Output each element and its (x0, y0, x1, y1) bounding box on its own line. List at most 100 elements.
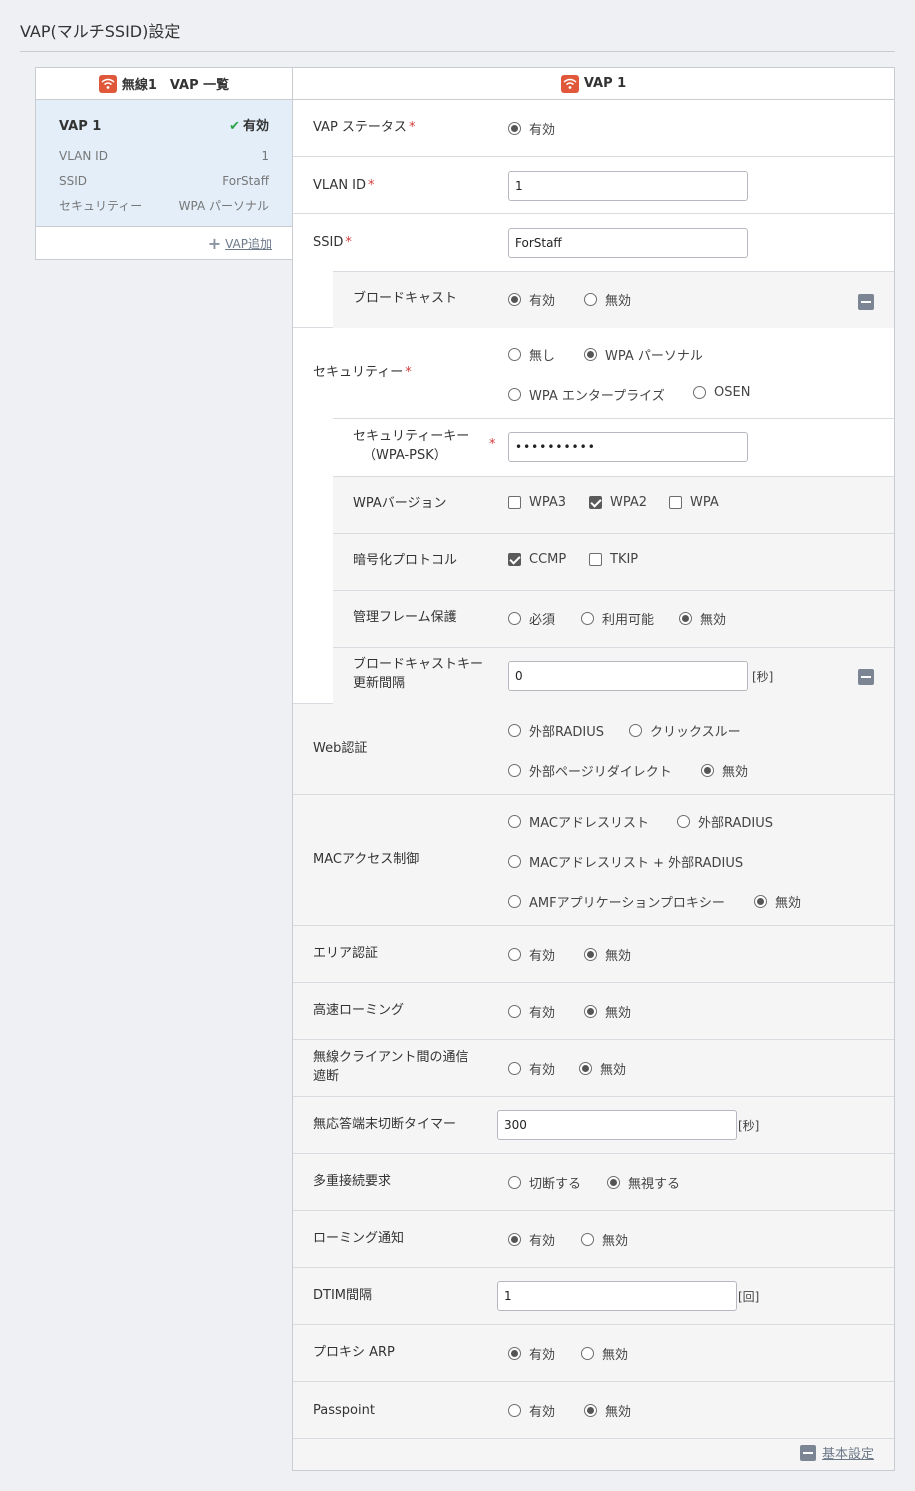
basic-settings-button[interactable]: 基本設定 (799, 1443, 874, 1462)
radio-label: 外部RADIUS (698, 816, 774, 831)
radio-unchecked[interactable] (508, 1062, 521, 1075)
proxy-arp-enabled-radio[interactable]: 有効 (508, 1344, 555, 1363)
web-auth-disabled-radio[interactable]: 無効 (701, 761, 748, 780)
basic-settings-label[interactable]: 基本設定 (822, 1443, 874, 1462)
wpa-checkbox[interactable]: WPA (669, 495, 719, 510)
radio-unchecked[interactable] (508, 348, 521, 361)
radio-checked[interactable] (584, 1005, 597, 1018)
vap-add-label[interactable]: VAP追加 (225, 235, 272, 252)
collapse-icon[interactable] (858, 669, 874, 685)
mac-disabled-radio[interactable]: 無効 (754, 892, 801, 911)
passpoint-enabled-radio[interactable]: 有効 (508, 1401, 555, 1420)
roam-notify-disabled-radio[interactable]: 無効 (581, 1230, 628, 1249)
radio-checked[interactable] (508, 293, 521, 306)
radio-label: 無効 (700, 613, 727, 628)
radio-unchecked[interactable] (508, 815, 521, 828)
radio-label: 有効 (529, 123, 556, 138)
security-wpa-enterprise-radio[interactable]: WPA エンタープライズ (508, 385, 665, 404)
radio-unchecked[interactable] (581, 1347, 594, 1360)
radio-unchecked[interactable] (581, 1233, 594, 1246)
checkbox-unchecked[interactable] (589, 553, 602, 566)
mac-list-radio[interactable]: MACアドレスリスト (508, 812, 649, 831)
vap-list-item[interactable]: VAP 1 ✔ 有効 VLAN ID 1 SSID ForStaff セキュリティー W… (36, 100, 292, 227)
radio-unchecked[interactable] (677, 815, 690, 828)
radio-unchecked[interactable] (629, 724, 642, 737)
pmf-required-radio[interactable]: 必須 (508, 609, 555, 628)
isolation-enabled-radio[interactable]: 有効 (508, 1059, 555, 1078)
radio-checked[interactable] (607, 1176, 620, 1189)
idle-timer-input[interactable]: 300 (497, 1110, 737, 1140)
radio-checked[interactable] (679, 612, 692, 625)
dtim-label: DTIM間隔 (313, 1288, 373, 1303)
radio-unchecked[interactable] (508, 948, 521, 961)
radio-unchecked[interactable] (508, 764, 521, 777)
mac-amf-proxy-radio[interactable]: AMFアプリケーションプロキシー (508, 892, 725, 911)
ssid-row: SSID * ForStaff ブロードキャスト 有効 無効 (293, 214, 894, 328)
vlan-id-input[interactable]: 1 (508, 171, 748, 201)
radio-unchecked[interactable] (508, 1176, 521, 1189)
checkbox-unchecked[interactable] (508, 496, 521, 509)
pmf-label: 管理フレーム保護 (353, 610, 457, 625)
vap-status-enabled-radio[interactable]: 有効 (508, 119, 555, 138)
security-none-radio[interactable]: 無し (508, 345, 555, 364)
vap-status-row: VAP ステータス * 有効 (293, 100, 894, 157)
radio-checked[interactable] (584, 948, 597, 961)
isolation-disabled-radio[interactable]: 無効 (579, 1059, 626, 1078)
checkbox-checked[interactable] (508, 553, 521, 566)
radio-checked[interactable] (701, 764, 714, 777)
radio-unchecked[interactable] (508, 1005, 521, 1018)
multi-conn-disconnect-radio[interactable]: 切断する (508, 1173, 581, 1192)
radio-checked[interactable] (754, 895, 767, 908)
mac-radius-radio[interactable]: 外部RADIUS (677, 812, 773, 831)
vap-item-status: 有効 (242, 119, 269, 134)
radio-unchecked[interactable] (508, 388, 521, 401)
radio-checked[interactable] (584, 348, 597, 361)
multi-conn-ignore-radio[interactable]: 無視する (607, 1173, 680, 1192)
radio-checked[interactable] (508, 122, 521, 135)
radio-unchecked[interactable] (508, 855, 521, 868)
dtim-input[interactable]: 1 (497, 1281, 737, 1311)
broadcast-disabled-radio[interactable]: 無効 (584, 290, 631, 309)
ccmp-checkbox[interactable]: CCMP (508, 552, 566, 567)
web-auth-clickthrough-radio[interactable]: クリックスルー (629, 721, 741, 740)
radio-unchecked[interactable] (693, 386, 706, 399)
fast-roaming-enabled-radio[interactable]: 有効 (508, 1002, 555, 1021)
proxy-arp-disabled-radio[interactable]: 無効 (581, 1344, 628, 1363)
roam-notify-enabled-radio[interactable]: 有効 (508, 1230, 555, 1249)
wpa2-checkbox[interactable]: WPA2 (589, 495, 647, 510)
security-osen-radio[interactable]: OSEN (693, 385, 750, 400)
checkbox-checked[interactable] (589, 496, 602, 509)
web-auth-radius-radio[interactable]: 外部RADIUS (508, 721, 604, 740)
radio-unchecked[interactable] (581, 612, 594, 625)
collapse-icon[interactable] (858, 294, 874, 310)
radio-unchecked[interactable] (508, 1404, 521, 1417)
radio-checked[interactable] (579, 1062, 592, 1075)
bcast-key-sublabel: 更新間隔 (353, 676, 406, 691)
isolation-sublabel: 遮断 (313, 1069, 340, 1084)
pmf-disabled-radio[interactable]: 無効 (679, 609, 726, 628)
fast-roaming-disabled-radio[interactable]: 無効 (584, 1002, 631, 1021)
radio-checked[interactable] (584, 1404, 597, 1417)
security-key-input[interactable]: •••••••••• (508, 432, 748, 462)
radio-unchecked[interactable] (584, 293, 597, 306)
tkip-checkbox[interactable]: TKIP (589, 552, 638, 567)
ssid-input[interactable]: ForStaff (508, 228, 748, 258)
passpoint-disabled-radio[interactable]: 無効 (584, 1401, 631, 1420)
broadcast-enabled-radio[interactable]: 有効 (508, 290, 555, 309)
mac-list-radius-radio[interactable]: MACアドレスリスト + 外部RADIUS (508, 852, 743, 871)
area-auth-enabled-radio[interactable]: 有効 (508, 945, 555, 964)
wpa3-checkbox[interactable]: WPA3 (508, 495, 566, 510)
radio-unchecked[interactable] (508, 724, 521, 737)
vap-add-button[interactable]: + VAP追加 (36, 227, 292, 259)
radio-unchecked[interactable] (508, 895, 521, 908)
pmf-available-radio[interactable]: 利用可能 (581, 609, 654, 628)
radio-unchecked[interactable] (508, 612, 521, 625)
checkbox-unchecked[interactable] (669, 496, 682, 509)
area-auth-disabled-radio[interactable]: 無効 (584, 945, 631, 964)
radio-checked[interactable] (508, 1233, 521, 1246)
vlan-id-label: VLAN ID (313, 178, 367, 193)
security-wpa-personal-radio[interactable]: WPA パーソナル (584, 345, 703, 364)
web-auth-redirect-radio[interactable]: 外部ページリダイレクト (508, 761, 672, 780)
radio-checked[interactable] (508, 1347, 521, 1360)
bcast-key-input[interactable]: 0 (508, 661, 748, 691)
